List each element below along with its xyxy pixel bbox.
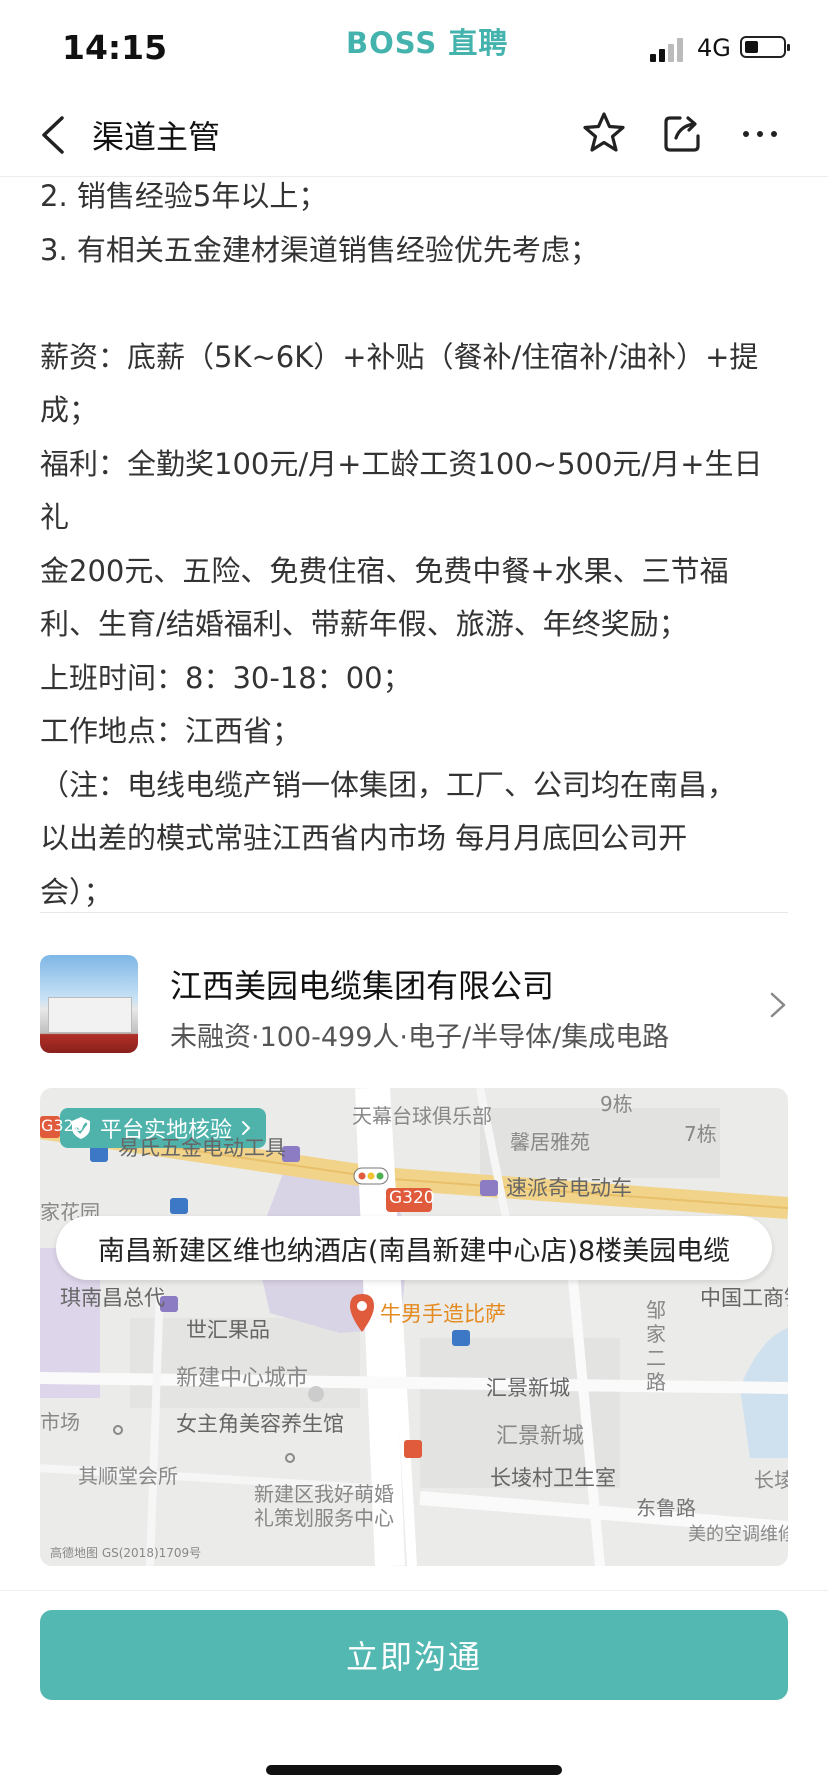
desc-line: 上班时间：8：30-18：00； (40, 660, 412, 695)
job-description: 2. 销售经验5年以上； 3. 有相关五金建材渠道销售经验优先考虑； 薪资：底薪… (40, 170, 790, 919)
company-name: 江西美园电缆集团有限公司 (170, 967, 555, 1005)
map-label: G320 (389, 1188, 435, 1208)
brand-label: BOSS 直聘 (346, 26, 509, 60)
company-meta: 未融资·100-499人·电子/半导体/集成电路 (170, 1022, 670, 1053)
location-map[interactable]: 平台实地核验 天幕台球俱乐部 9栋 馨居雅苑 7栋 易氏五金电动工具 G320 … (40, 1088, 788, 1566)
map-label: 美的空调维修 (688, 1524, 788, 1545)
nav-bar: 渠道主管 (0, 100, 828, 177)
desc-line: 金200元、五险、免费住宿、免费中餐+水果、三节福 (40, 553, 729, 588)
network-label: 4G (697, 34, 731, 62)
share-icon[interactable] (658, 108, 706, 158)
map-label: 长堎 (754, 1468, 788, 1492)
map-label: 女主角美容养生馆 (176, 1412, 344, 1436)
desc-line: 以出差的模式常驻江西省内市场 每月月底回公司开 (40, 821, 688, 855)
status-bar: 14:15 BOSS 直聘 4G (0, 0, 828, 100)
chat-now-button[interactable]: 立即沟通 (40, 1610, 788, 1700)
section-divider (40, 912, 788, 913)
map-label: 易氏五金电动工具 (118, 1136, 286, 1160)
map-label: 9栋 (600, 1092, 633, 1116)
chevron-left-icon[interactable] (36, 110, 76, 160)
map-label: 7栋 (684, 1122, 717, 1146)
map-label: 东鲁路 (636, 1496, 696, 1520)
company-card[interactable]: 江西美园电缆集团有限公司 未融资·100-499人·电子/半导体/集成电路 (40, 955, 788, 1055)
map-label: 天幕台球俱乐部 (352, 1104, 492, 1128)
bottom-divider (0, 1590, 828, 1591)
desc-line: 薪资：底薪（5K~6K）+补贴（餐补/住宿补/油补）+提 (40, 339, 759, 374)
home-indicator (266, 1765, 562, 1775)
map-attribution: 高德地图 GS(2018)1709号 (50, 1546, 202, 1560)
page-title: 渠道主管 (92, 118, 221, 156)
star-icon[interactable] (580, 108, 628, 158)
map-label: 中国工商银 (700, 1286, 788, 1310)
map-label: 长堎村卫生室 (490, 1466, 616, 1490)
map-label: 新建中心城市 (176, 1366, 309, 1391)
desc-line: 成； (40, 393, 99, 427)
status-time: 14:15 (62, 28, 168, 67)
map-label: 琪南昌总代 (60, 1286, 165, 1310)
map-label: 邹家二路 (646, 1298, 666, 1394)
desc-line: （注：电线电缆产销一体集团，工厂、公司均在南昌， (40, 767, 737, 802)
battery-icon (740, 36, 790, 58)
chevron-right-icon (770, 992, 786, 1018)
address-pill[interactable]: 南昌新建区维也纳酒店(南昌新建中心店)8楼美园电缆 (56, 1216, 772, 1280)
pizza-label: 牛男手造比萨 (380, 1302, 506, 1326)
map-label: 新建区我好萌婚 礼策划服务中心 (254, 1482, 394, 1530)
map-label: 速派奇电动车 (506, 1176, 632, 1200)
desc-line: 3. 有相关五金建材渠道销售经验优先考虑； (40, 232, 599, 267)
desc-line: 2. 销售经验5年以上； (40, 179, 328, 213)
map-label: 馨居雅苑 (510, 1130, 590, 1154)
desc-line: 福利：全勤奖100元/月+工龄工资100~500元/月+生日礼 (40, 446, 763, 535)
map-label: 汇景新城 (486, 1376, 570, 1400)
map-label: G320 (41, 1116, 84, 1135)
desc-line: 工作地点：江西省； (40, 714, 302, 748)
map-label: 市场 (40, 1410, 80, 1434)
map-label: 世汇果品 (186, 1318, 270, 1342)
desc-line: 利、生育/结婚福利、带薪年假、旅游、年终奖励； (40, 607, 688, 641)
desc-line: 会）； (40, 874, 113, 909)
map-label: 其顺堂会所 (78, 1464, 178, 1488)
company-logo (40, 955, 138, 1053)
more-icon[interactable] (736, 108, 784, 158)
map-label: 汇景新城 (496, 1424, 585, 1449)
signal-icon (650, 38, 683, 62)
